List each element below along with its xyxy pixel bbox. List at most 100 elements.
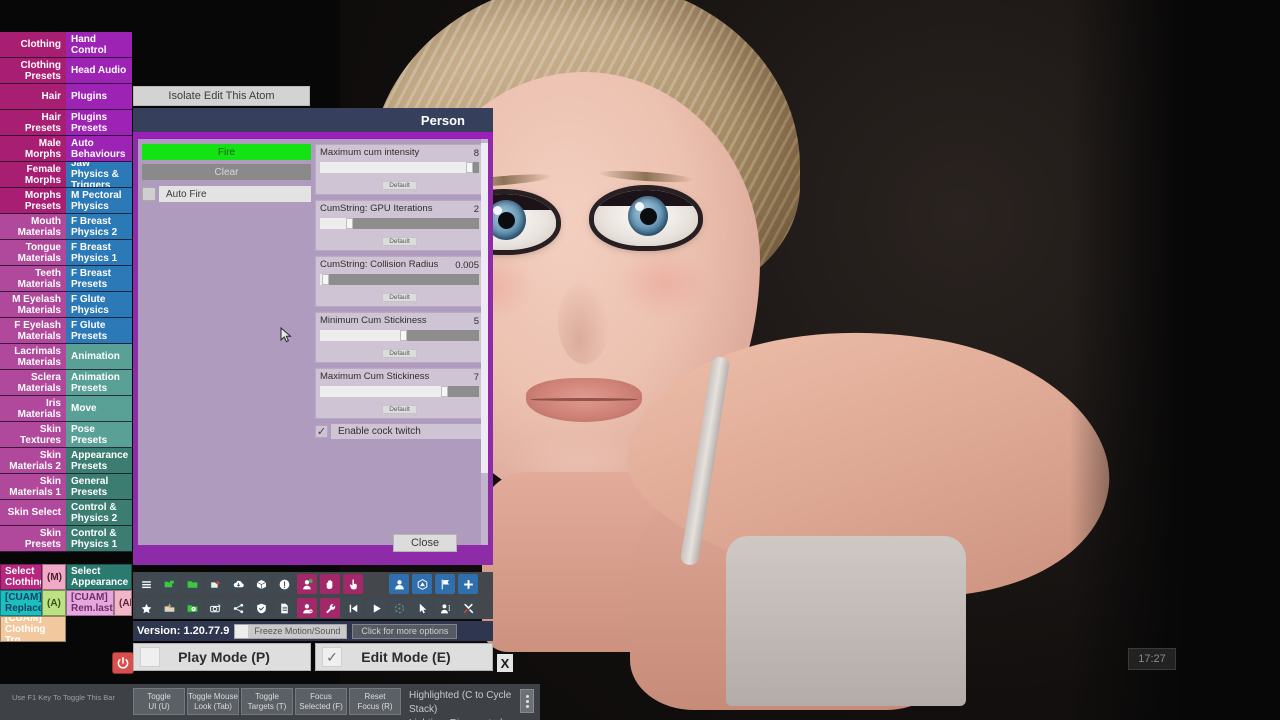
plus-button[interactable] — [458, 574, 478, 594]
dialog-scrollbar-thumb[interactable] — [481, 143, 488, 473]
play-button[interactable] — [366, 598, 386, 618]
shortcut-button-2[interactable]: Select Appearance — [66, 564, 132, 590]
sidebar-tab-left-5[interactable]: Female Morphs — [0, 162, 66, 188]
sidebar-tab-left-15[interactable]: Skin Textures — [0, 422, 66, 448]
slider-track-4[interactable] — [320, 386, 479, 397]
status-button-4[interactable]: Reset Focus (R) — [349, 688, 401, 715]
cloud-button[interactable] — [228, 574, 248, 594]
sidebar-tab-right-10[interactable]: F Glute Physics — [66, 292, 132, 318]
sidebar-tab-left-13[interactable]: Sclera Materials — [0, 370, 66, 396]
edit-mode-checkbox[interactable]: ✓ — [322, 647, 342, 667]
dialog-close-button[interactable]: Close — [393, 534, 457, 552]
sidebar-tab-right-13[interactable]: Animation Presets — [66, 370, 132, 396]
clear-button[interactable]: Clear — [142, 164, 311, 180]
unity-button[interactable] — [412, 574, 432, 594]
sidebar-tab-right-11[interactable]: F Glute Presets — [66, 318, 132, 344]
shortcut-button-3[interactable]: [CUAM] Replace — [0, 590, 42, 616]
edit-mode-button[interactable]: ✓ Edit Mode (E) — [315, 643, 493, 671]
sidebar-tab-right-16[interactable]: Appearance Presets — [66, 448, 132, 474]
slider-knob-4[interactable] — [441, 386, 449, 397]
pointer-button[interactable] — [412, 598, 432, 618]
favorite-star-button[interactable] — [136, 598, 156, 618]
shortcut-button-5[interactable]: [CUAM] Rem.last — [66, 590, 114, 616]
status-button-2[interactable]: Toggle Targets (T) — [241, 688, 293, 715]
sidebar-tab-left-10[interactable]: M Eyelash Materials — [0, 292, 66, 318]
sidebar-tab-left-4[interactable]: Male Morphs — [0, 136, 66, 162]
sidebar-tab-right-3[interactable]: Plugins Presets — [66, 110, 132, 136]
sidebar-tab-left-11[interactable]: F Eyelash Materials — [0, 318, 66, 344]
slider-track-2[interactable] — [320, 274, 479, 285]
slider-default-button-1[interactable]: Default — [382, 237, 417, 246]
play-mode-button[interactable]: Play Mode (P) — [133, 643, 311, 671]
more-options-button[interactable]: Click for more options — [352, 623, 458, 639]
sidebar-tab-right-19[interactable]: Control & Physics 1 — [66, 526, 132, 552]
sidebar-tab-left-6[interactable]: Morphs Presets — [0, 188, 66, 214]
sidebar-tab-right-15[interactable]: Pose Presets — [66, 422, 132, 448]
sidebar-tab-left-1[interactable]: Clothing Presets — [0, 58, 66, 84]
warning-button[interactable] — [274, 574, 294, 594]
sidebar-tab-left-7[interactable]: Mouth Materials — [0, 214, 66, 240]
sidebar-tab-right-17[interactable]: General Presets — [66, 474, 132, 500]
sidebar-tab-right-8[interactable]: F Breast Physics 1 — [66, 240, 132, 266]
person-button[interactable] — [389, 574, 409, 594]
auto-fire-row[interactable]: Auto Fire — [142, 186, 311, 202]
sidebar-tab-right-12[interactable]: Animation — [66, 344, 132, 370]
sidebar-tab-left-19[interactable]: Skin Presets — [0, 526, 66, 552]
folder-gear-button[interactable] — [182, 598, 202, 618]
shortcut-button-4[interactable]: (A) — [42, 590, 66, 616]
click-button[interactable] — [343, 574, 363, 594]
slider-track-3[interactable] — [320, 330, 479, 341]
shortcut-button-7[interactable]: [CUAM] Clothing Trg. — [0, 616, 66, 642]
status-button-3[interactable]: Focus Selected (F) — [295, 688, 347, 715]
slider-track-0[interactable] — [320, 162, 479, 173]
slider-knob-1[interactable] — [345, 218, 353, 229]
sidebar-tab-left-14[interactable]: Iris Materials — [0, 396, 66, 422]
enable-twitch-row[interactable]: ✓ Enable cock twitch — [315, 424, 484, 439]
slider-default-button-3[interactable]: Default — [382, 349, 417, 358]
shortcut-button-6[interactable]: (All) — [114, 590, 132, 616]
fire-button[interactable]: Fire — [142, 144, 311, 160]
status-overflow-menu-icon[interactable] — [520, 689, 534, 713]
merge-load-button[interactable] — [205, 574, 225, 594]
sidebar-tab-left-9[interactable]: Teeth Materials — [0, 266, 66, 292]
sidebar-tab-left-3[interactable]: Hair Presets — [0, 110, 66, 136]
sidebar-tab-right-0[interactable]: Hand Control — [66, 32, 132, 58]
sidebar-tab-left-16[interactable]: Skin Materials 2 — [0, 448, 66, 474]
hierarchy-button[interactable] — [228, 598, 248, 618]
freeze-motion-checkbox[interactable] — [235, 624, 249, 638]
slider-knob-3[interactable] — [399, 330, 407, 341]
auto-fire-checkbox[interactable] — [142, 187, 156, 201]
slider-default-button-4[interactable]: Default — [382, 405, 417, 414]
target-button[interactable] — [389, 598, 409, 618]
sidebar-tab-right-4[interactable]: Auto Behaviours — [66, 136, 132, 162]
power-button[interactable] — [112, 652, 134, 674]
save-scene-button[interactable] — [159, 598, 179, 618]
log-button[interactable] — [274, 598, 294, 618]
rewind-button[interactable] — [343, 598, 363, 618]
sidebar-tab-right-9[interactable]: F Breast Presets — [66, 266, 132, 292]
sidebar-tab-right-6[interactable]: M Pectoral Physics — [66, 188, 132, 214]
dialog-scrollbar[interactable] — [481, 139, 488, 545]
sidebar-tab-left-0[interactable]: Clothing — [0, 32, 66, 58]
play-mode-checkbox[interactable] — [140, 647, 160, 667]
sidebar-tab-right-5[interactable]: Jaw Physics & Triggers — [66, 162, 132, 188]
sidebar-tab-right-2[interactable]: Plugins — [66, 84, 132, 110]
freeze-motion-toggle[interactable]: Freeze Motion/Sound — [234, 623, 348, 639]
slider-track-1[interactable] — [320, 218, 479, 229]
open-scene-button[interactable] — [159, 574, 179, 594]
sidebar-tab-right-7[interactable]: F Breast Physics 2 — [66, 214, 132, 240]
sidebar-tab-left-18[interactable]: Skin Select — [0, 500, 66, 526]
status-button-1[interactable]: Toggle Mouse Look (Tab) — [187, 688, 239, 715]
sidebar-tab-left-8[interactable]: Tongue Materials — [0, 240, 66, 266]
sidebar-tab-right-14[interactable]: Move — [66, 396, 132, 422]
menu-button[interactable] — [136, 574, 156, 594]
enable-twitch-checkbox[interactable]: ✓ — [315, 425, 328, 438]
flag-button[interactable] — [435, 574, 455, 594]
slider-knob-2[interactable] — [321, 274, 329, 285]
folder-button[interactable] — [182, 574, 202, 594]
person-select-button[interactable] — [435, 598, 455, 618]
slider-default-button-0[interactable]: Default — [382, 181, 417, 190]
add-atom-button[interactable] — [297, 574, 317, 594]
slider-default-button-2[interactable]: Default — [382, 293, 417, 302]
wrench-button[interactable] — [320, 598, 340, 618]
